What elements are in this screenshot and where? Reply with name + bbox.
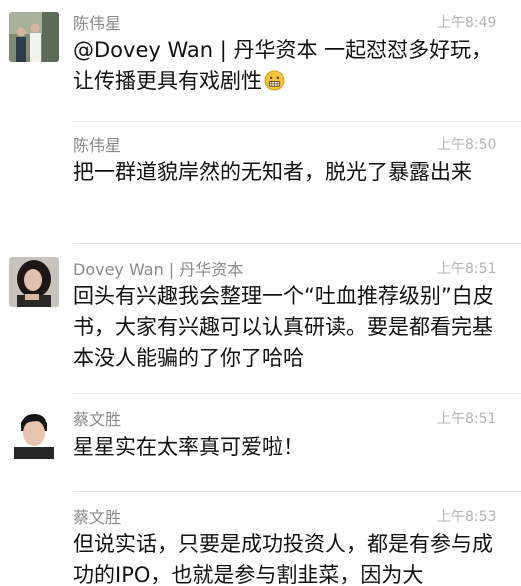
message-divider bbox=[73, 243, 521, 244]
timestamp: 上午8:51 bbox=[437, 261, 497, 277]
portrait-photo-icon bbox=[9, 409, 59, 459]
timestamp: 上午8:51 bbox=[437, 411, 497, 427]
avatar[interactable] bbox=[9, 12, 59, 62]
message-divider bbox=[73, 121, 521, 122]
grimacing-face-icon bbox=[264, 70, 285, 91]
message-divider bbox=[73, 393, 521, 394]
avatar[interactable] bbox=[9, 257, 59, 307]
message-text[interactable]: 但说实话，只要是成功投资人，都是有参与成功的IPO，也就是参与割韭菜，因为大 bbox=[73, 529, 513, 585]
message-text[interactable]: @Dovey Wan | 丹华资本 一起怼怼多好玩，让传播更具有戏剧性 bbox=[73, 35, 513, 97]
avatar[interactable] bbox=[9, 409, 59, 459]
sender-name[interactable]: 陈伟星 bbox=[73, 10, 121, 34]
message-text[interactable]: 回头有兴趣我会整理一个“吐血推荐级别”白皮书，大家有兴趣可以认真研读。要是都看完… bbox=[73, 281, 513, 374]
message-2: 陈伟星 上午8:50 把一群道貌岸然的无知者，脱光了暴露出来 bbox=[0, 123, 521, 235]
portrait-photo-icon bbox=[9, 257, 59, 307]
message-5: 蔡文胜 上午8:53 但说实话，只要是成功投资人，都是有参与成功的IPO，也就是… bbox=[0, 493, 521, 586]
timestamp: 上午8:50 bbox=[437, 137, 497, 153]
message-text[interactable]: 星星实在太率真可爱啦！ bbox=[73, 432, 513, 463]
chat-message-list: 陈伟星 上午8:49 @Dovey Wan | 丹华资本 一起怼怼多好玩，让传播… bbox=[0, 0, 521, 586]
sender-name[interactable]: 蔡文胜 bbox=[73, 406, 121, 430]
portrait-photo-icon bbox=[9, 12, 59, 62]
timestamp: 上午8:53 bbox=[437, 509, 497, 525]
message-divider bbox=[73, 491, 521, 492]
message-text[interactable]: 把一群道貌岸然的无知者，脱光了暴露出来 bbox=[73, 157, 513, 188]
sender-name[interactable]: Dovey Wan | 丹华资本 bbox=[73, 256, 243, 280]
sender-name[interactable]: 蔡文胜 bbox=[73, 504, 121, 528]
message-1: 陈伟星 上午8:49 @Dovey Wan | 丹华资本 一起怼怼多好玩，让传播… bbox=[0, 0, 521, 113]
message-4: 蔡文胜 上午8:51 星星实在太率真可爱啦！ bbox=[0, 395, 521, 483]
message-3: Dovey Wan | 丹华资本 上午8:51 回头有兴趣我会整理一个“吐血推荐… bbox=[0, 245, 521, 385]
sender-name[interactable]: 陈伟星 bbox=[73, 132, 121, 156]
timestamp: 上午8:49 bbox=[437, 15, 497, 31]
